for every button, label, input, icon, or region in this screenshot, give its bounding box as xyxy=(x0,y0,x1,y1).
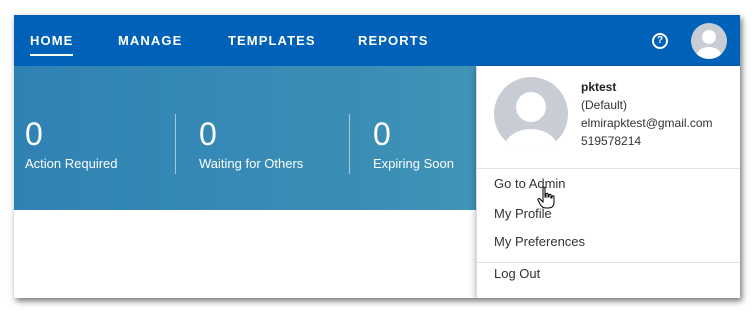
profile-role: (Default) xyxy=(581,98,628,112)
stat-value: 0 xyxy=(199,116,217,152)
stat-label: Action Required xyxy=(25,156,118,171)
help-icon[interactable]: ? xyxy=(652,33,668,49)
nav-reports[interactable]: REPORTS xyxy=(358,33,429,48)
divider xyxy=(175,114,176,174)
user-avatar-icon xyxy=(696,30,722,59)
menu-item-log-out[interactable]: Log Out xyxy=(494,266,540,281)
menu-divider xyxy=(477,262,740,263)
menu-item-my-preferences[interactable]: My Preferences xyxy=(494,234,585,249)
hand-cursor-icon xyxy=(537,186,555,209)
profile-email: elmirapktest@gmail.com xyxy=(581,116,713,130)
nav-home[interactable]: HOME xyxy=(30,33,74,56)
stat-label: Waiting for Others xyxy=(199,156,304,171)
nav-templates[interactable]: TEMPLATES xyxy=(228,33,316,48)
divider xyxy=(349,114,350,174)
profile-name: pktest xyxy=(581,80,617,94)
user-avatar-icon xyxy=(504,92,558,151)
nav-manage[interactable]: MANAGE xyxy=(118,33,182,48)
top-navigation-bar: HOME MANAGE TEMPLATES REPORTS ? xyxy=(14,15,740,66)
profile-dropdown-menu: pktest (Default) elmirapktest@gmail.com … xyxy=(476,66,740,298)
stat-value: 0 xyxy=(25,116,43,152)
stat-value: 0 xyxy=(373,116,391,152)
stat-label: Expiring Soon xyxy=(373,156,454,171)
app-window: HOME MANAGE TEMPLATES REPORTS ? 0 Action… xyxy=(14,15,740,298)
profile-account-id: 519578214 xyxy=(581,134,642,148)
menu-divider xyxy=(477,168,740,169)
user-avatar-button[interactable] xyxy=(691,23,727,59)
profile-avatar xyxy=(494,77,568,151)
